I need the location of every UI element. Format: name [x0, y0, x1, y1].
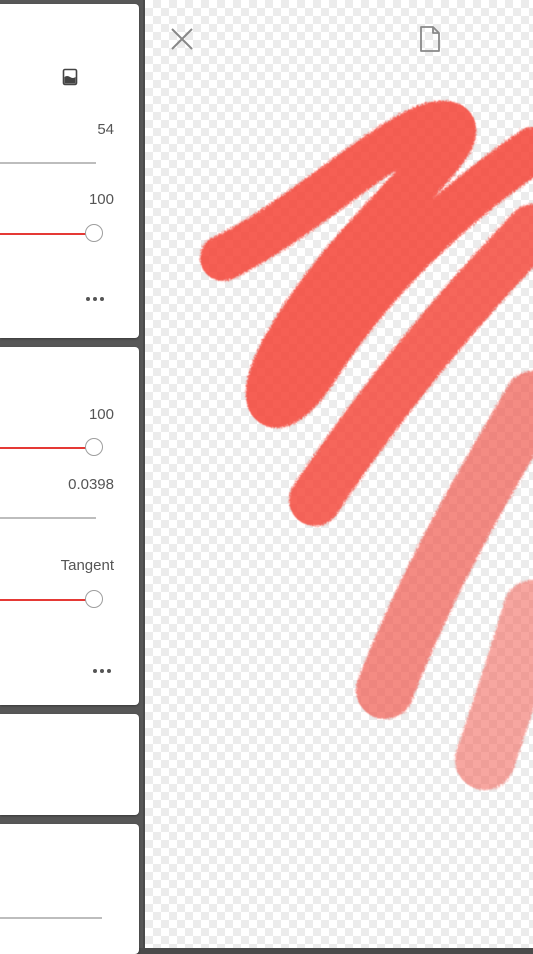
slider-track-4[interactable]: [0, 517, 96, 519]
settings-card-4: [0, 824, 139, 954]
slider-track-6[interactable]: [0, 917, 102, 919]
slider-track-5[interactable]: [0, 599, 88, 601]
settings-card-1: 54 100: [0, 4, 139, 338]
setting-value-0398: 0.0398: [68, 476, 114, 493]
more-options-icon[interactable]: [93, 665, 117, 677]
setting-value-tangent: Tangent: [60, 557, 114, 574]
setting-value-100: 100: [88, 191, 114, 208]
slider-thumb-5[interactable]: [85, 590, 103, 608]
settings-card-2: 100 0.0398 Tangent: [0, 347, 139, 705]
document-icon[interactable]: [415, 24, 445, 54]
drawing-canvas[interactable]: [145, 0, 533, 948]
ink-well-icon[interactable]: [62, 68, 78, 86]
settings-card-3: [0, 714, 139, 815]
slider-track-2[interactable]: [0, 233, 88, 235]
setting-value-54: 54: [97, 121, 114, 138]
setting-value-100-b: 100: [88, 406, 114, 423]
brush-settings-panel: 54 100 100 0.0398 Tangent: [0, 0, 143, 954]
slider-thumb-3[interactable]: [85, 438, 103, 456]
close-icon[interactable]: [167, 24, 197, 54]
slider-track-1[interactable]: [0, 162, 96, 164]
slider-track-3[interactable]: [0, 447, 88, 449]
slider-thumb-2[interactable]: [85, 224, 103, 242]
more-options-icon[interactable]: [86, 293, 110, 305]
brush-strokes: [200, 100, 533, 790]
